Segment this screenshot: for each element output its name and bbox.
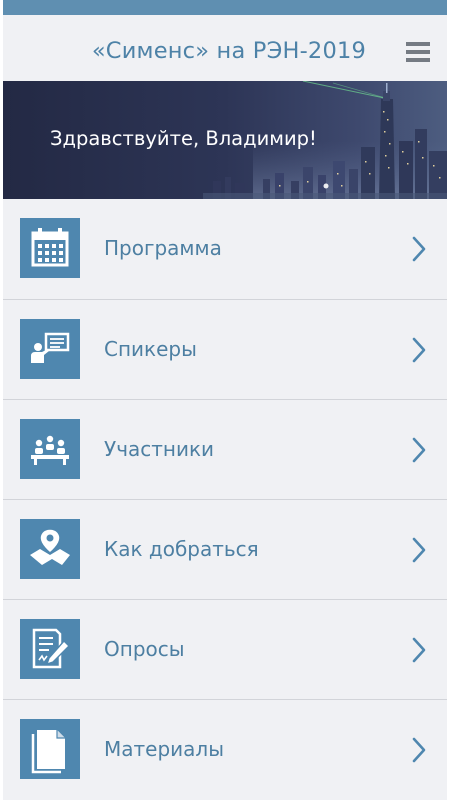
document-icon [20, 719, 80, 779]
chevron-right-icon [412, 737, 426, 763]
calendar-icon [20, 218, 80, 278]
page-title: «Сименс» на РЭН-2019 [91, 38, 366, 64]
menu-item-label: Спикеры [104, 337, 197, 361]
welcome-banner: Здравствуйте, Владимир! [3, 81, 447, 199]
speaker-icon [20, 319, 80, 379]
chevron-right-icon [412, 637, 426, 663]
menu-item-label: Программа [104, 236, 222, 260]
survey-icon [20, 619, 80, 679]
chevron-right-icon [412, 337, 426, 363]
menu-item-label: Опросы [104, 637, 185, 661]
menu-item-label: Участники [104, 437, 215, 461]
menu-item-participants[interactable]: Участники [3, 400, 447, 500]
greeting-text: Здравствуйте, Владимир! [50, 127, 317, 150]
hamburger-icon [406, 42, 430, 46]
chevron-right-icon [412, 437, 426, 463]
menu-item-materials[interactable]: Материалы [3, 700, 447, 800]
participants-icon [20, 419, 80, 479]
menu-item-directions[interactable]: Как добраться [3, 500, 447, 600]
menu-item-label: Материалы [104, 737, 224, 761]
header: «Сименс» на РЭН-2019 [3, 15, 447, 81]
menu-item-speakers[interactable]: Спикеры [3, 300, 447, 400]
menu-item-surveys[interactable]: Опросы [3, 600, 447, 700]
map-pin-icon [20, 519, 80, 579]
chevron-right-icon [412, 537, 426, 563]
chevron-right-icon [412, 236, 426, 262]
status-bar [3, 0, 447, 15]
menu-item-label: Как добраться [104, 537, 259, 561]
menu-item-program[interactable]: Программа [3, 199, 447, 299]
app-screen: «Сименс» на РЭН-2019 Здравствуйте, Влади… [3, 0, 447, 800]
hamburger-menu-button[interactable] [406, 42, 430, 62]
